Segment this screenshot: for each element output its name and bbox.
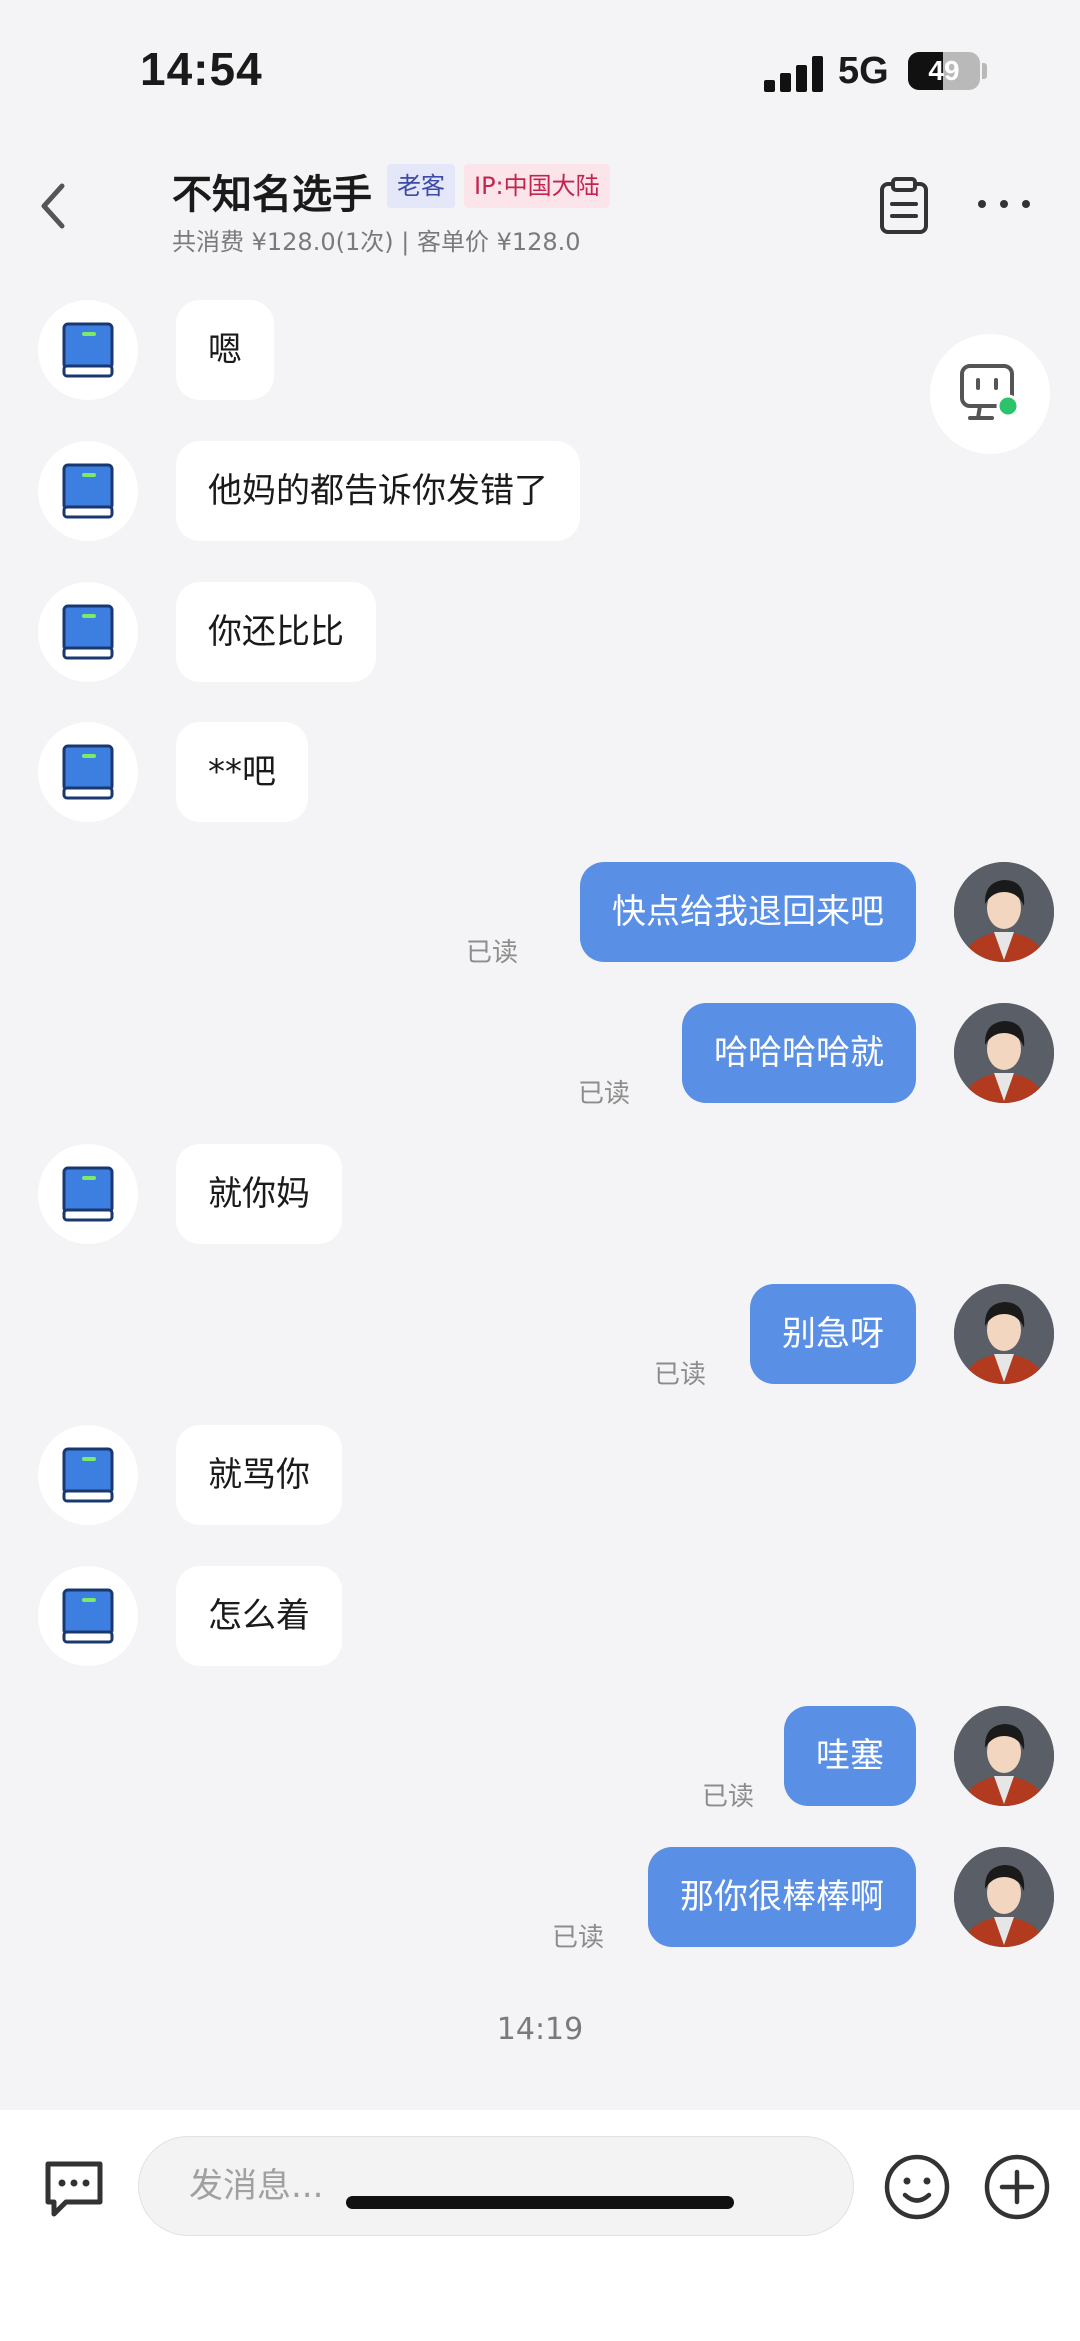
chat-timestamp: 14:19 [496, 2012, 584, 2047]
emoji-icon [884, 2154, 950, 2220]
message-row: 已读 哇塞 [0, 1706, 1080, 1812]
message-row: 他妈的都告诉你发错了 [0, 441, 1080, 541]
outgoing-message[interactable]: 别急呀 [750, 1284, 916, 1384]
message-row: 嗯 [0, 300, 1080, 400]
contact-avatar[interactable] [38, 441, 138, 541]
incoming-message[interactable]: 嗯 [176, 300, 274, 400]
book-avatar-icon [62, 463, 114, 519]
message-row: 已读 哈哈哈哈就 [0, 1003, 1080, 1109]
contact-avatar[interactable] [38, 1144, 138, 1244]
message-row: 已读 那你很棒棒啊 [0, 1847, 1080, 1953]
book-avatar-icon [62, 322, 114, 378]
more-button[interactable] [978, 192, 1034, 216]
incoming-message[interactable]: 他妈的都告诉你发错了 [176, 441, 580, 541]
more-icon-dot [1022, 200, 1030, 208]
message-row: 已读 别急呀 [0, 1284, 1080, 1390]
chat-header: 不知名选手 老客 IP:中国大陆 共消费 ¥128.0(1次) | 客单价 ¥1… [0, 140, 1080, 270]
outgoing-message[interactable]: 那你很棒棒啊 [648, 1847, 916, 1947]
emoji-button[interactable] [882, 2152, 952, 2222]
my-avatar[interactable] [954, 862, 1054, 962]
compose-icon [45, 2161, 103, 2217]
book-avatar-icon [62, 744, 114, 800]
user-avatar-icon [954, 1284, 1054, 1384]
more-icon [978, 200, 986, 208]
contact-avatar[interactable] [38, 300, 138, 400]
message-row: **吧 [0, 722, 1080, 822]
outgoing-message[interactable]: 快点给我退回来吧 [580, 862, 916, 962]
network-type: 5G [838, 50, 889, 92]
contact-name[interactable]: 不知名选手 [172, 162, 372, 220]
incoming-message[interactable]: 你还比比 [176, 582, 376, 682]
my-avatar[interactable] [954, 1003, 1054, 1103]
back-icon [41, 183, 65, 229]
incoming-message[interactable]: 就骂你 [176, 1425, 342, 1525]
outgoing-message[interactable]: 哈哈哈哈就 [682, 1003, 916, 1103]
read-status: 已读 [578, 1079, 631, 1109]
incoming-message[interactable]: **吧 [176, 722, 308, 822]
incoming-message[interactable]: 就你妈 [176, 1144, 342, 1244]
read-status: 已读 [654, 1360, 707, 1390]
read-status: 已读 [552, 1923, 605, 1953]
message-input[interactable] [138, 2136, 854, 2236]
book-avatar-icon [62, 1166, 114, 1222]
quick-reply-button[interactable] [40, 2154, 108, 2222]
message-row: 已读 快点给我退回来吧 [0, 862, 1080, 968]
battery-percent: 49 [928, 55, 960, 86]
home-indicator [346, 2196, 734, 2209]
signal-icon [764, 56, 824, 92]
clipboard-icon [880, 177, 928, 234]
book-avatar-icon [62, 604, 114, 660]
my-avatar[interactable] [954, 1284, 1054, 1384]
outgoing-message[interactable]: 哇塞 [784, 1706, 916, 1806]
more-icon-dot [1000, 200, 1008, 208]
user-avatar-icon [954, 862, 1054, 962]
book-avatar-icon [62, 1588, 114, 1644]
contact-avatar[interactable] [38, 1425, 138, 1525]
message-row: 就你妈 [0, 1144, 1080, 1244]
my-avatar[interactable] [954, 1847, 1054, 1947]
read-status: 已读 [466, 938, 519, 968]
contact-avatar[interactable] [38, 1566, 138, 1666]
my-avatar[interactable] [954, 1706, 1054, 1806]
status-bar: 14:54 5G 49 [0, 0, 1080, 140]
back-button[interactable] [28, 176, 78, 236]
read-status: 已读 [702, 1782, 755, 1812]
status-time: 14:54 [140, 43, 263, 95]
user-avatar-icon [954, 1847, 1054, 1947]
contact-avatar[interactable] [38, 582, 138, 682]
message-row: 怎么着 [0, 1566, 1080, 1666]
contact-avatar[interactable] [38, 722, 138, 822]
order-button[interactable] [876, 176, 932, 236]
user-avatar-icon [954, 1706, 1054, 1806]
user-avatar-icon [954, 1003, 1054, 1103]
battery-icon: 49 [908, 52, 980, 90]
book-avatar-icon [62, 1447, 114, 1503]
battery-tip [982, 63, 987, 79]
ip-tag: IP:中国大陆 [464, 164, 610, 208]
spend-summary: 共消费 ¥128.0(1次) | 客单价 ¥128.0 [172, 228, 581, 256]
plus-icon [984, 2154, 1050, 2220]
message-row: 你还比比 [0, 582, 1080, 682]
input-bar [0, 2110, 1080, 2341]
customer-tag: 老客 [387, 164, 455, 208]
incoming-message[interactable]: 怎么着 [176, 1566, 342, 1666]
more-actions-button[interactable] [982, 2152, 1052, 2222]
message-row: 就骂你 [0, 1425, 1080, 1525]
